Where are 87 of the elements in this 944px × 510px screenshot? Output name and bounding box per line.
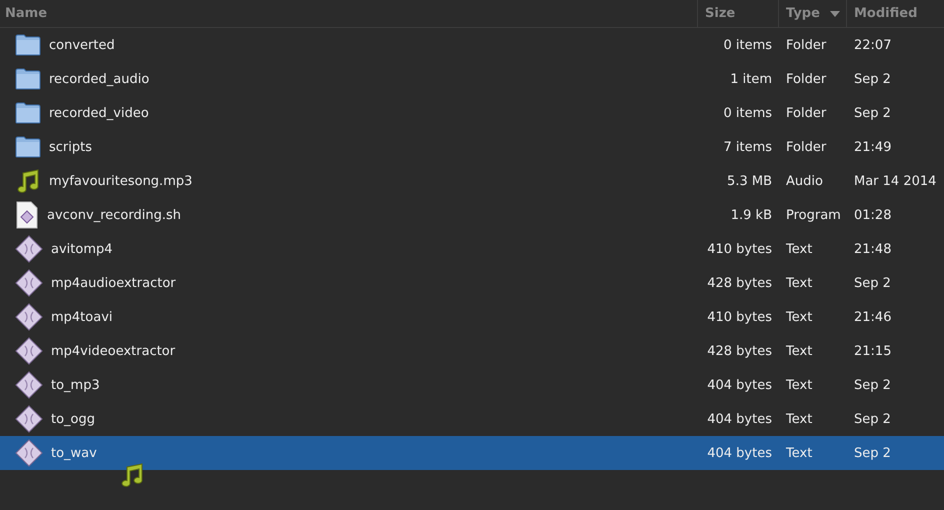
file-modified: 21:48: [853, 242, 892, 256]
text-file-icon: [15, 371, 43, 399]
file-type: Text: [785, 344, 814, 358]
file-type: Folder: [785, 106, 828, 120]
file-modified: 22:07: [853, 38, 892, 52]
file-name: converted: [49, 38, 115, 52]
file-size: 410 bytes: [707, 310, 773, 324]
column-header-label: Modified: [854, 6, 918, 21]
folder-icon: [15, 34, 41, 56]
file-row[interactable]: avconv_recording.sh 1.9 kB Program 01:28: [0, 198, 944, 232]
file-name: avitomp4: [51, 242, 113, 256]
text-file-icon: [15, 269, 43, 297]
file-type: Text: [785, 446, 814, 460]
column-header[interactable]: Name: [0, 0, 697, 27]
file-row[interactable]: to_mp3 404 bytes Text Sep 2: [0, 368, 944, 402]
file-type: Text: [785, 378, 814, 392]
file-row[interactable]: avitomp4 410 bytes Text 21:48: [0, 232, 944, 266]
file-type: Program: [785, 208, 842, 222]
folder-icon: [15, 136, 41, 158]
file-name: myfavouritesong.mp3: [49, 174, 192, 188]
file-modified: Sep 2: [853, 106, 892, 120]
file-row[interactable]: to_ogg 404 bytes Text Sep 2: [0, 402, 944, 436]
file-type: Folder: [785, 72, 828, 86]
file-modified: 21:49: [853, 140, 892, 154]
file-size: 428 bytes: [707, 344, 773, 358]
file-modified: Sep 2: [853, 72, 892, 86]
column-header[interactable]: Type: [778, 0, 846, 27]
file-size: 410 bytes: [707, 242, 773, 256]
text-file-icon: [15, 405, 43, 433]
column-header[interactable]: Size: [697, 0, 778, 27]
file-modified: Sep 2: [853, 276, 892, 290]
file-type: Text: [785, 276, 814, 290]
file-modified: Mar 14 2014: [853, 174, 938, 188]
file-modified: Sep 2: [853, 446, 892, 460]
file-row[interactable]: mp4audioextractor 428 bytes Text Sep 2: [0, 266, 944, 300]
column-header-label: Size: [705, 6, 736, 21]
file-type: Text: [785, 242, 814, 256]
text-file-icon: [15, 303, 43, 331]
file-size: 404 bytes: [707, 378, 773, 392]
file-size: 1 item: [730, 72, 773, 86]
text-file-icon: [15, 337, 43, 365]
file-row[interactable]: recorded_video 0 items Folder Sep 2: [0, 96, 944, 130]
folder-icon: [15, 102, 41, 124]
folder-icon: [15, 68, 41, 90]
file-modified: Sep 2: [853, 412, 892, 426]
column-header-label: Type: [786, 6, 820, 21]
file-name: to_mp3: [51, 378, 100, 392]
file-row[interactable]: to_wav 404 bytes Text Sep 2: [0, 436, 944, 470]
file-type: Audio: [785, 174, 824, 188]
music-note-icon: [15, 169, 41, 193]
file-name: to_wav: [51, 446, 97, 460]
file-size: 0 items: [723, 38, 773, 52]
script-file-icon: [15, 201, 39, 229]
file-name: scripts: [49, 140, 92, 154]
file-name: avconv_recording.sh: [47, 208, 181, 222]
file-size: 5.3 MB: [727, 174, 773, 188]
file-modified: Sep 2: [853, 378, 892, 392]
file-type: Text: [785, 310, 814, 324]
file-name: recorded_video: [49, 106, 149, 120]
column-header-label: Name: [5, 6, 48, 21]
file-modified: 21:46: [853, 310, 892, 324]
file-size: 1.9 kB: [730, 208, 773, 222]
file-name: to_ogg: [51, 412, 96, 426]
file-type: Folder: [785, 140, 828, 154]
file-modified: 21:15: [853, 344, 892, 358]
file-row[interactable]: mp4toavi 410 bytes Text 21:46: [0, 300, 944, 334]
file-size: 428 bytes: [707, 276, 773, 290]
file-type: Text: [785, 412, 814, 426]
file-name: mp4audioextractor: [51, 276, 176, 290]
file-size: 404 bytes: [707, 412, 773, 426]
file-row[interactable]: scripts 7 items Folder 21:49: [0, 130, 944, 164]
file-size: 0 items: [723, 106, 773, 120]
file-type: Folder: [785, 38, 828, 52]
column-header[interactable]: Modified: [846, 0, 944, 27]
dragged-music-note-icon: [119, 463, 145, 487]
file-modified: 01:28: [853, 208, 892, 222]
file-row[interactable]: recorded_audio 1 item Folder Sep 2: [0, 62, 944, 96]
file-row[interactable]: converted 0 items Folder 22:07: [0, 28, 944, 62]
text-file-icon: [15, 439, 43, 467]
text-file-icon: [15, 235, 43, 263]
file-size: 404 bytes: [707, 446, 773, 460]
file-name: recorded_audio: [49, 72, 150, 86]
file-name: mp4videoextractor: [51, 344, 176, 358]
file-name: mp4toavi: [51, 310, 113, 324]
file-row[interactable]: mp4videoextractor 428 bytes Text 21:15: [0, 334, 944, 368]
file-row[interactable]: myfavouritesong.mp3 5.3 MB Audio Mar 14 2014: [0, 164, 944, 198]
file-size: 7 items: [723, 140, 773, 154]
